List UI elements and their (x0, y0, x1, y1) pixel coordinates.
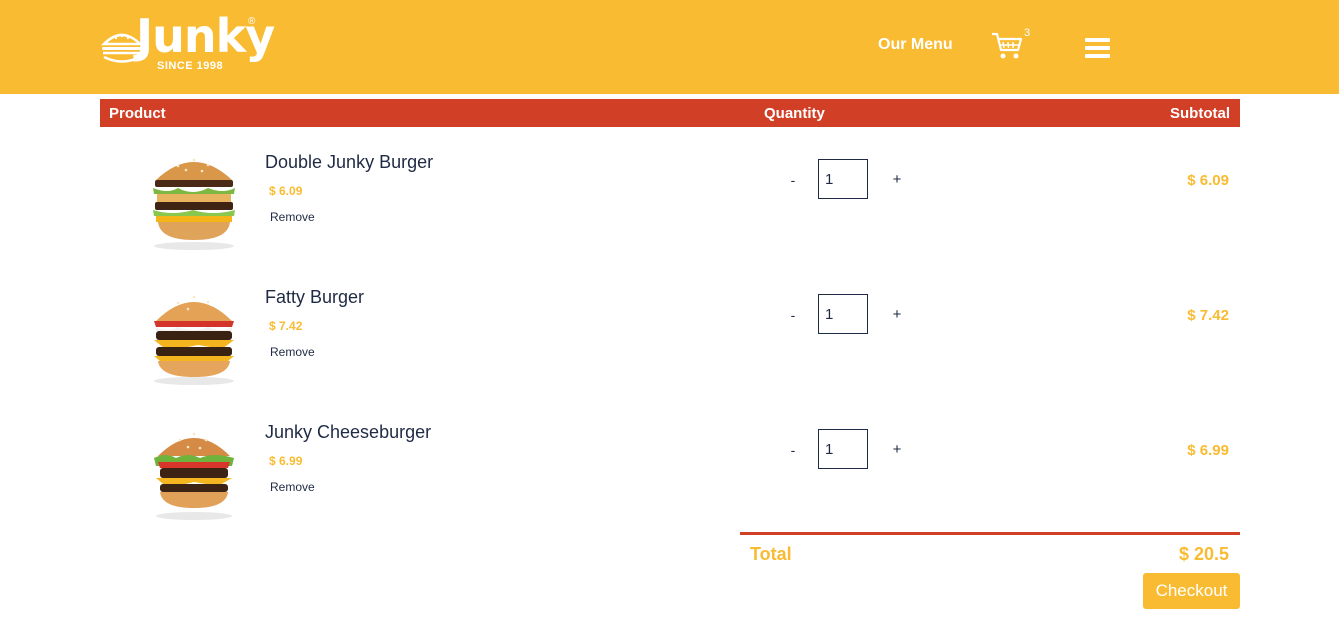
product-name[interactable]: Fatty Burger (265, 287, 364, 308)
remove-item-button[interactable]: Remove (270, 210, 315, 224)
quantity-input[interactable] (818, 429, 868, 469)
registered-mark: ® (248, 16, 256, 27)
header-product: Product (109, 105, 166, 122)
header-subtotal: Subtotal (1170, 105, 1230, 122)
product-name[interactable]: Double Junky Burger (265, 152, 433, 173)
decrement-quantity-button[interactable]: - (786, 442, 800, 458)
brand-tagline: SINCE 1998 (157, 60, 224, 72)
quantity-input[interactable] (818, 159, 868, 199)
total-label: Total (750, 544, 792, 564)
fatty-burger-image (154, 295, 234, 385)
total-value: $ 20.5 (1178, 544, 1229, 564)
decrement-quantity-button[interactable]: - (786, 307, 800, 323)
product-price: $ 6.99 (269, 454, 303, 468)
cart-row: Fatty Burger $ 7.42 Remove - + $ 7.42 (100, 287, 1240, 407)
cart-count-badge: 3 (1024, 27, 1031, 39)
cart-row: Junky Cheeseburger $ 6.99 Remove - + $ 6… (100, 422, 1240, 542)
double-burger-image (153, 158, 235, 250)
checkout-button[interactable]: Checkout (1143, 573, 1240, 609)
row-subtotal: $ 6.09 (1187, 172, 1229, 189)
row-subtotal: $ 7.42 (1187, 307, 1229, 324)
header-quantity: Quantity (764, 105, 825, 122)
shopping-cart-icon[interactable] (990, 30, 1024, 62)
cart-table-header: Product Quantity Subtotal (100, 99, 1240, 127)
remove-item-button[interactable]: Remove (270, 480, 315, 494)
total-divider (740, 532, 1240, 535)
cheeseburger-image (154, 432, 234, 520)
row-subtotal: $ 6.99 (1187, 442, 1229, 459)
product-price: $ 7.42 (269, 319, 303, 333)
nav-our-menu-link[interactable]: Our Menu (878, 36, 953, 54)
increment-quantity-button[interactable]: + (890, 441, 904, 458)
brand-logo[interactable]: Junky ® SINCE 1998 (100, 9, 275, 74)
decrement-quantity-button[interactable]: - (786, 172, 800, 188)
increment-quantity-button[interactable]: + (890, 306, 904, 323)
increment-quantity-button[interactable]: + (890, 171, 904, 188)
product-name[interactable]: Junky Cheeseburger (265, 422, 431, 443)
product-price: $ 6.09 (269, 184, 303, 198)
quantity-input[interactable] (818, 294, 868, 334)
cart-row: Double Junky Burger $ 6.09 Remove - + $ … (100, 152, 1240, 272)
remove-item-button[interactable]: Remove (270, 345, 315, 359)
hamburger-menu-icon[interactable] (1085, 38, 1110, 60)
site-header: Junky ® SINCE 1998 Our Menu 3 (0, 0, 1339, 94)
